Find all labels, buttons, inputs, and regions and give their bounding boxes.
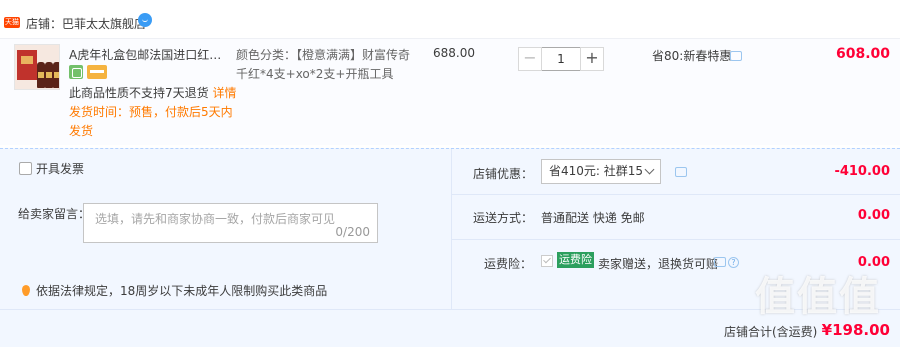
quantity-decrease-button[interactable]: − (518, 47, 542, 71)
item-subtotal: 608.00 (835, 46, 890, 62)
credit-card-badge-icon[interactable] (87, 65, 107, 79)
guarantee-badge-icon[interactable] (69, 65, 83, 79)
shipping-time-note: 发货时间：预售，付款后5天内发货 (69, 105, 233, 138)
invoice-checkbox[interactable] (19, 162, 32, 175)
seller-message-placeholder: 选填，请先和商家协商一致，付款后商家可见 (95, 212, 336, 226)
shop-discount-select[interactable]: 省410元: 社群15 (541, 159, 661, 184)
order-item-row: A虎年礼盒包邮法国进口红酒整... 此商品性质不支持7天退货 详情 发货时间：预… (0, 38, 900, 145)
tmall-logo-icon: 天猫 (4, 17, 20, 28)
row-divider (452, 239, 900, 240)
no-return-details-link[interactable]: 详情 (212, 86, 236, 100)
no-return-notice: 此商品性质不支持7天退货 详情 (69, 86, 237, 100)
help-icon[interactable]: ? (728, 257, 739, 268)
unit-price: 688.00 (433, 46, 475, 60)
shop-header: 天猫 店铺：巴菲太太旗舰店 (0, 8, 900, 36)
shop-name[interactable]: 店铺：巴菲太太旗舰店 (26, 15, 146, 32)
shop-discount-label: 店铺优惠： (473, 167, 534, 181)
shop-total-label: 店铺合计(含运费) (724, 325, 818, 339)
shipping-insurance-label: 运费险： (484, 257, 533, 271)
seller-message-label: 给卖家留言： (18, 207, 91, 221)
shop-total-amount: ¥198.00 (821, 321, 890, 339)
invoice-option[interactable]: 开具发票 (19, 160, 84, 177)
chat-icon[interactable] (138, 13, 152, 27)
invoice-label: 开具发票 (36, 162, 85, 176)
site-watermark: 值值值 (755, 274, 881, 320)
age-restriction-notice: 依据法律规定，18周岁以下未成年人限制购买此类商品 (22, 282, 327, 299)
shipping-method: 普通配送 快递 免邮 (541, 211, 645, 225)
panel-divider (451, 149, 452, 309)
quantity-input[interactable]: 1 (542, 47, 580, 71)
shipping-insurance-text: 卖家赠送，退换货可赔 (598, 257, 719, 271)
quantity-stepper: − 1 + (518, 47, 604, 71)
discount-comment-icon[interactable] (675, 167, 687, 177)
row-divider (452, 194, 900, 195)
shop-discount-amount: -410.00 (834, 164, 890, 179)
quantity-increase-button[interactable]: + (580, 47, 604, 71)
product-title[interactable]: A虎年礼盒包邮法国进口红酒整... (69, 46, 229, 63)
chevron-down-icon (644, 164, 655, 175)
shipping-insurance-checkbox[interactable] (541, 255, 553, 267)
shipping-label: 运送方式： (473, 211, 534, 225)
shipping-fee: 0.00 (857, 208, 890, 223)
location-pin-icon (22, 285, 30, 296)
insurance-comment-icon[interactable] (714, 257, 726, 267)
sku-description: 颜色分类：【橙意满满】财富传奇千红*4支+xo*2支+开瓶工具 (236, 48, 411, 81)
promotion-label: 省80:新春特惠 (652, 49, 732, 63)
product-thumbnail[interactable] (14, 44, 60, 90)
seller-message-counter: 0/200 (335, 225, 370, 239)
promotion-comment-icon[interactable] (730, 51, 742, 61)
service-badges (69, 65, 107, 79)
seller-message-input[interactable]: 选填，请先和商家协商一致，付款后商家可见 0/200 (83, 203, 378, 243)
shipping-insurance-tag: 运费险 (557, 252, 594, 268)
